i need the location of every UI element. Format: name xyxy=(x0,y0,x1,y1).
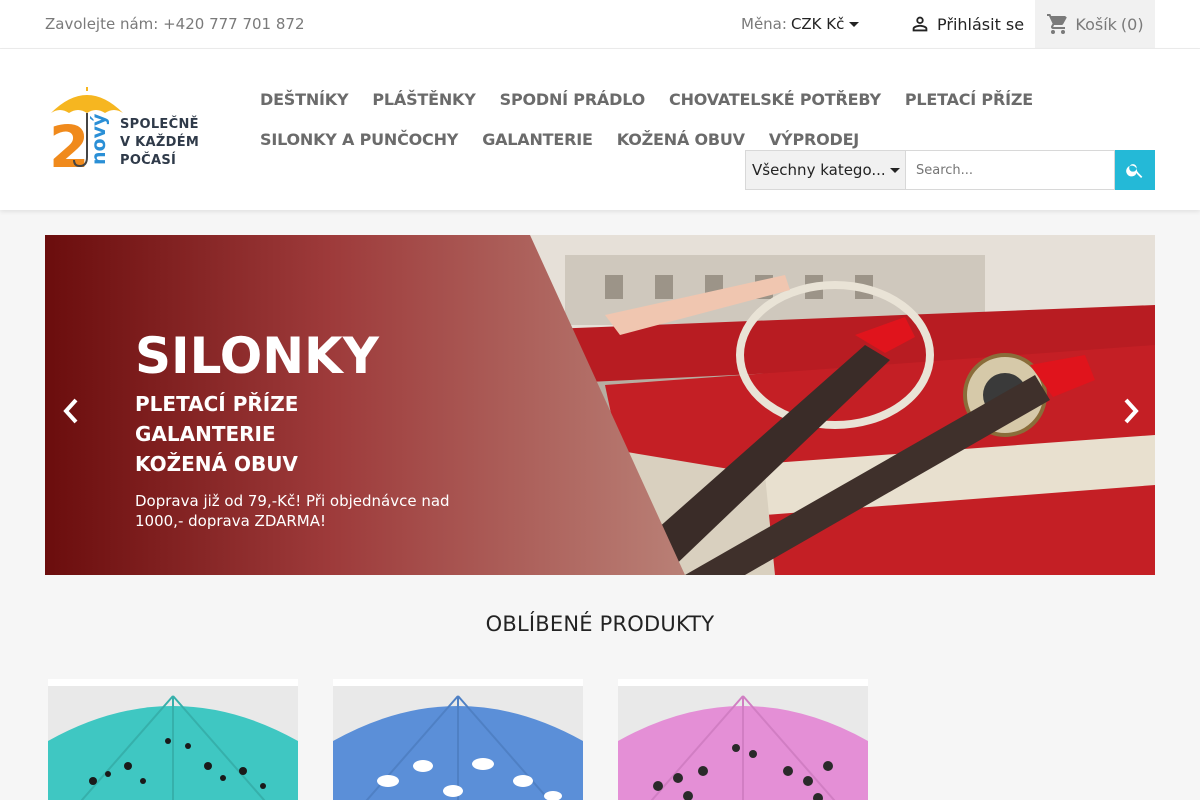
user-icon xyxy=(912,16,928,32)
hero-title: SILONKY xyxy=(135,327,379,385)
product-image xyxy=(333,686,583,800)
nav-item[interactable]: KOŽENÁ OBUV xyxy=(617,130,745,149)
logo-line2: V KAŽDÉM xyxy=(120,135,200,150)
site-logo[interactable]: 2 nový SPOLEČNĚ V KAŽDÉM POČASÍ xyxy=(47,87,207,181)
nav-row: DEŠTNÍKY PLÁŠTĚNKY SPODNÍ PRÁDLO CHOVATELSK… xyxy=(260,79,1033,119)
currency-selector[interactable]: Měna: CZK Kč xyxy=(741,15,860,33)
cart-count: (0) xyxy=(1120,14,1144,34)
logo-line3: POČASÍ xyxy=(120,153,177,168)
nav-item[interactable]: SPODNÍ PRÁDLO xyxy=(500,90,646,109)
currency-value: CZK Kč xyxy=(790,15,845,33)
hero-line: PLETACÍ PŘÍZE xyxy=(135,392,299,416)
search-button[interactable] xyxy=(1115,150,1155,190)
chevron-left-icon xyxy=(63,398,78,424)
nav-item[interactable]: DEŠTNÍKY xyxy=(260,90,349,109)
search-bar: Všechny katego... xyxy=(745,150,1155,190)
signin-label: Přihlásit se xyxy=(937,14,1025,34)
section-title: OBLÍBENÉ PRODUKTY xyxy=(485,612,715,636)
search-input[interactable] xyxy=(906,150,1115,190)
product-image xyxy=(48,686,298,800)
category-select[interactable]: Všechny katego... xyxy=(745,150,906,190)
top-bar: Zavolejte nám: +420 777 701 872 Měna: CZ… xyxy=(0,0,1200,49)
nav-item[interactable]: GALANTERIE xyxy=(482,130,593,149)
chevron-right-icon xyxy=(1124,398,1139,424)
signin-link[interactable]: Přihlásit se xyxy=(909,13,1024,35)
hero-line: GALANTERIE xyxy=(135,422,276,446)
svg-text:2: 2 xyxy=(49,113,89,173)
header: 2 nový SPOLEČNĚ V KAŽDÉM POČASÍ DEŠTNÍKY… xyxy=(0,49,1200,210)
chevron-down-icon xyxy=(849,21,860,27)
search-icon xyxy=(1126,164,1143,178)
nav-item[interactable]: VÝPRODEJ xyxy=(769,130,859,149)
product-card[interactable] xyxy=(618,679,868,800)
chevron-down-icon xyxy=(889,167,900,173)
cart-icon xyxy=(1047,14,1068,34)
nav-item[interactable]: SILONKY A PUNČOCHY xyxy=(260,130,458,149)
hero-shipping-note: Doprava již od 79,-Kč! Při objednávce na… xyxy=(135,492,450,530)
slider-prev-button[interactable] xyxy=(63,398,79,428)
nav-item[interactable]: PLETACÍ PŘÍZE xyxy=(905,90,1033,109)
currency-label: Měna: xyxy=(741,15,787,33)
hero-slider: SILONKY PLETACÍ PŘÍZE GALANTERIE KOŽENÁ … xyxy=(45,235,1155,575)
product-image xyxy=(618,686,868,800)
category-select-value: Všechny katego... xyxy=(752,161,886,179)
cart-label: Košík xyxy=(1075,14,1117,34)
cart-button[interactable]: Košík (0) xyxy=(1035,0,1155,48)
product-card[interactable] xyxy=(48,679,298,800)
logo-line1: SPOLEČNĚ xyxy=(120,117,199,132)
main-nav: DEŠTNÍKY PLÁŠTĚNKY SPODNÍ PRÁDLO CHOVATELSK… xyxy=(260,79,1033,159)
hero-subtitle: PLETACÍ PŘÍZE GALANTERIE KOŽENÁ OBUV xyxy=(135,389,298,479)
hero-line: KOŽENÁ OBUV xyxy=(135,452,298,476)
contact-phone: Zavolejte nám: +420 777 701 872 xyxy=(45,15,305,33)
nav-item[interactable]: CHOVATELSKÉ POTŘEBY xyxy=(669,90,881,109)
product-card[interactable] xyxy=(333,679,583,800)
nav-item[interactable]: PLÁŠTĚNKY xyxy=(372,90,475,109)
slider-next-button[interactable] xyxy=(1123,398,1139,428)
logo-word: nový xyxy=(88,113,110,165)
